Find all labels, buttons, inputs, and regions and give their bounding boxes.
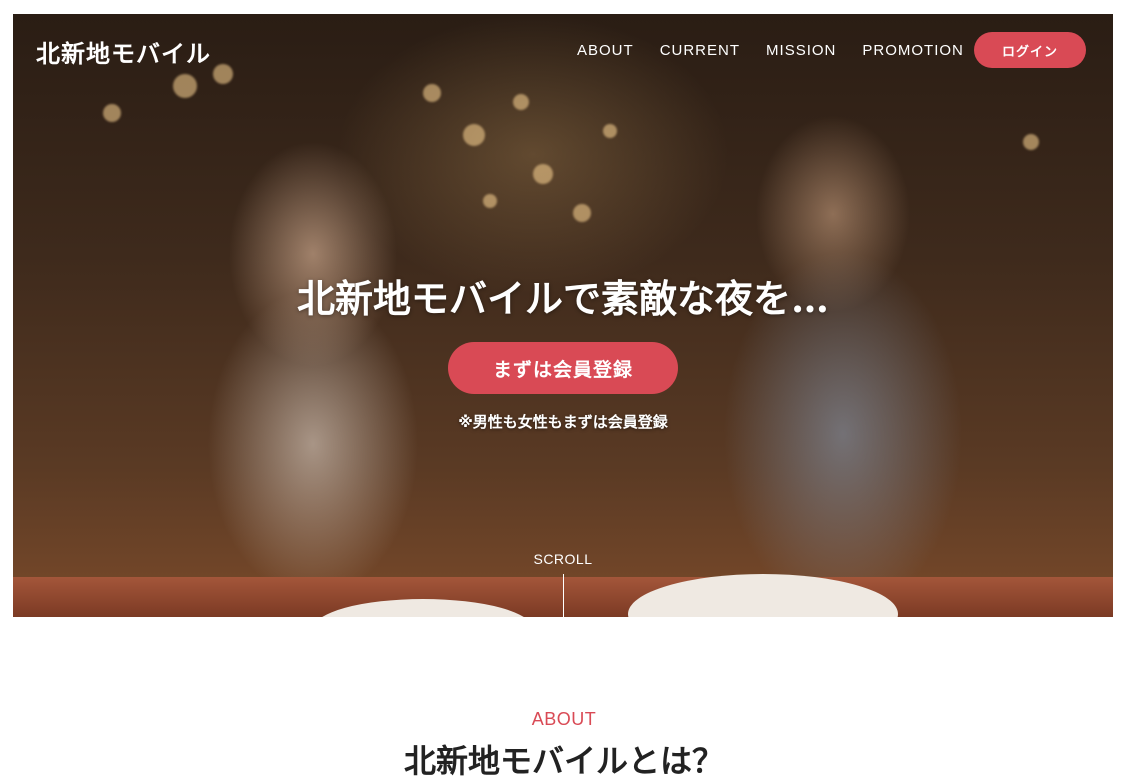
scroll-indicator-label[interactable]: SCROLL <box>13 551 1113 567</box>
nav-mission[interactable]: MISSION <box>766 42 836 59</box>
register-button[interactable]: まずは会員登録 <box>448 342 678 394</box>
nav-current[interactable]: CURRENT <box>660 42 740 59</box>
bokeh-light <box>603 124 617 138</box>
scroll-indicator-line <box>563 574 564 617</box>
bokeh-light <box>173 74 197 98</box>
nav-promotion[interactable]: PROMOTION <box>862 42 964 59</box>
login-button[interactable]: ログイン <box>974 32 1086 68</box>
hero-section: 北新地モバイル ABOUT CURRENT MISSION PROMOTION … <box>13 14 1113 617</box>
bokeh-light <box>103 104 121 122</box>
nav-about[interactable]: ABOUT <box>577 42 634 59</box>
bokeh-light <box>513 94 529 110</box>
hero-headline: 北新地モバイルで素敵な夜を… <box>296 276 829 321</box>
bokeh-light <box>1023 134 1039 150</box>
about-section-label: ABOUT <box>531 709 597 729</box>
bokeh-light <box>533 164 553 184</box>
main-nav: ABOUT CURRENT MISSION PROMOTION <box>577 42 990 59</box>
site-logo[interactable]: 北新地モバイル <box>36 34 211 69</box>
register-note: ※男性も女性もまずは会員登録 <box>458 413 668 431</box>
bokeh-light <box>573 204 591 222</box>
bokeh-light <box>463 124 485 146</box>
bokeh-light <box>213 64 233 84</box>
about-section-title: 北新地モバイルとは？ <box>403 742 724 780</box>
bokeh-light <box>483 194 497 208</box>
bokeh-light <box>423 84 441 102</box>
